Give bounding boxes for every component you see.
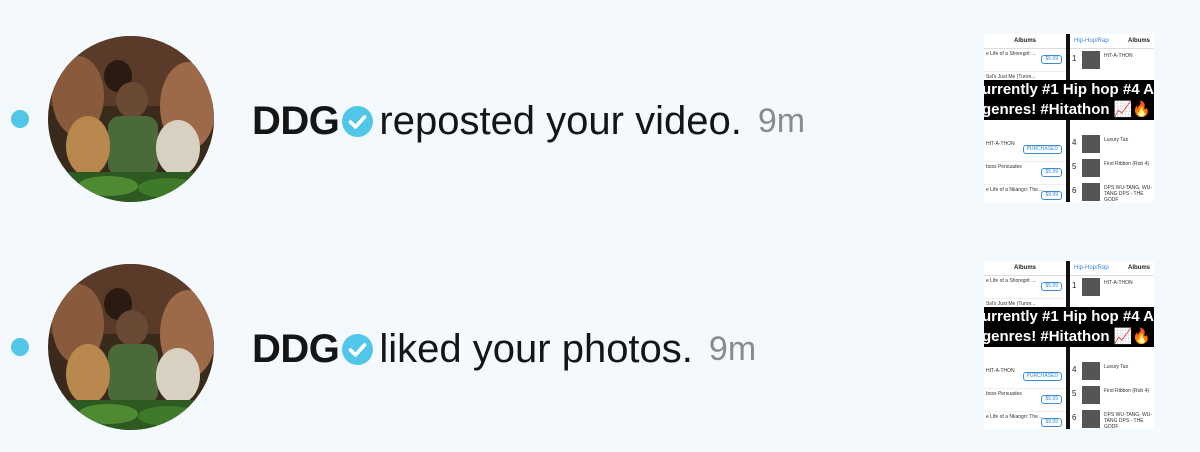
back-link: Hip-Hop/Rap	[1074, 265, 1109, 271]
caption-banner: urrently #1 Hip hop #4 A genres! #Hitath…	[984, 80, 1154, 120]
list-item: 6 DPS WU-TANG, WU-TANG DPS - THE GODF	[1070, 181, 1154, 202]
price-badge: $5.99	[1041, 168, 1062, 177]
post-thumbnail[interactable]: Albums e Life of a Shoregirl: ... $5.99 S…	[984, 261, 1154, 429]
album-art	[1082, 362, 1100, 380]
notification-text: DDG liked your photos. 9m	[252, 319, 756, 379]
unread-dot-icon	[11, 110, 29, 128]
list-item-title: HIT-A-THON	[1104, 53, 1133, 59]
list-item-title: First Ribbon (Rob 4)	[1104, 161, 1150, 167]
album-art	[1082, 51, 1100, 69]
timestamp: 9m	[757, 101, 806, 140]
list-item: 1 HIT-A-THON	[1070, 276, 1154, 300]
album-art	[1082, 278, 1100, 296]
username[interactable]: DDG	[252, 99, 340, 144]
price-badge: $5.99	[1041, 55, 1062, 64]
list-item: 4 Luxury Tax	[1070, 133, 1154, 157]
rank-number: 4	[1072, 138, 1077, 147]
list-item: boss Persuades $5.99	[984, 389, 1066, 412]
verified-check-icon	[342, 333, 374, 365]
back-link: Hip-Hop/Rap	[1074, 38, 1109, 44]
album-art	[1082, 135, 1100, 153]
verified-check-icon	[342, 105, 374, 137]
price-badge: $5.99	[1041, 282, 1062, 291]
list-item: e Life of a Nkangri: The ... $9.99	[984, 185, 1066, 202]
thumbnail-left-header: Albums	[984, 261, 1066, 276]
notification-text: DDG reposted your video. 9m	[252, 91, 805, 151]
list-item-title: Luxury Tax	[1104, 364, 1129, 370]
list-item: e Life of a Shoregirl: ... $5.99	[984, 276, 1066, 299]
price-badge: PURCHASED	[1022, 372, 1062, 381]
list-item: HIT-A-THON PURCHASED	[984, 366, 1066, 389]
price-badge: $9.99	[1041, 191, 1062, 200]
caption-banner: urrently #1 Hip hop #4 A genres! #Hitath…	[984, 307, 1154, 347]
list-item-title: boss Persuades	[986, 391, 1022, 397]
thumbnail-right-header: Hip-Hop/Rap Albums	[1070, 34, 1154, 49]
unread-dot-icon	[11, 338, 29, 356]
rank-number: 1	[1072, 54, 1077, 63]
list-item-title: HIT-A-THON	[986, 141, 1015, 147]
album-art	[1082, 386, 1100, 404]
list-item: 5 First Ribbon (Rob 4)	[1070, 384, 1154, 408]
list-item-title: First Ribbon (Rob 4)	[1104, 388, 1150, 394]
list-item: 5 First Ribbon (Rob 4)	[1070, 157, 1154, 181]
list-item-title: e Life of a Shoregirl: ...	[986, 278, 1037, 284]
list-item-title: e Life of a Nkangri: The ...	[986, 414, 1044, 420]
list-item-title: HIT-A-THON	[1104, 280, 1133, 286]
list-item: e Life of a Nkangri: The ... $9.99	[984, 412, 1066, 429]
timestamp: 9m	[708, 329, 757, 368]
list-item-title: Luxury Tax	[1104, 137, 1129, 143]
list-item-title: boss Persuades	[986, 164, 1022, 170]
price-badge: $5.99	[1041, 395, 1062, 404]
thumbnail-right-title: Albums	[1127, 38, 1150, 44]
rank-number: 1	[1072, 281, 1077, 290]
list-item-title: DPS WU-TANG, WU-TANG DPS - THE GODF	[1104, 185, 1152, 202]
list-item-title: DPS WU-TANG, WU-TANG DPS - THE GODF	[1104, 412, 1152, 429]
caption-line-2: genres! #Hitathon 📈🔥	[984, 101, 1152, 118]
list-item-title: e Life of a Shoregirl: ...	[986, 51, 1037, 57]
notification-row[interactable]: DDG liked your photos. 9m Albums e Life …	[0, 226, 1200, 452]
list-item: e Life of a Shoregirl: ... $5.99	[984, 49, 1066, 72]
list-item: HIT-A-THON PURCHASED	[984, 139, 1066, 162]
album-art	[1082, 159, 1100, 177]
caption-line-1: urrently #1 Hip hop #4 A	[984, 308, 1154, 325]
post-thumbnail[interactable]: Albums e Life of a Shoregirl: ... $5.99 S…	[984, 34, 1154, 202]
action-text: liked your photos.	[379, 326, 693, 371]
thumbnail-right-title: Albums	[1127, 265, 1150, 271]
list-item: 1 HIT-A-THON	[1070, 49, 1154, 73]
thumbnail-right-header: Hip-Hop/Rap Albums	[1070, 261, 1154, 276]
list-item-title: HIT-A-THON	[986, 368, 1015, 374]
price-badge: $9.99	[1041, 418, 1062, 427]
rank-number: 6	[1072, 186, 1077, 195]
rank-number: 5	[1072, 389, 1077, 398]
caption-line-1: urrently #1 Hip hop #4 A	[984, 81, 1154, 98]
caption-line-2: genres! #Hitathon 📈🔥	[984, 328, 1152, 345]
rank-number: 4	[1072, 365, 1077, 374]
album-art	[1082, 410, 1100, 428]
rank-number: 5	[1072, 162, 1077, 171]
avatar[interactable]	[48, 36, 214, 202]
action-text: reposted your video.	[379, 98, 742, 143]
list-item: 6 DPS WU-TANG, WU-TANG DPS - THE GODF	[1070, 408, 1154, 429]
rank-number: 6	[1072, 413, 1077, 422]
list-item-title: e Life of a Nkangri: The ...	[986, 187, 1044, 193]
username[interactable]: DDG	[252, 327, 340, 372]
thumbnail-left-header: Albums	[984, 34, 1066, 49]
album-art	[1082, 183, 1100, 201]
list-item: boss Persuades $5.99	[984, 162, 1066, 185]
avatar[interactable]	[48, 264, 214, 430]
notification-row[interactable]: DDG reposted your video. 9m Albums e Lif…	[0, 0, 1200, 226]
price-badge: PURCHASED	[1022, 145, 1062, 154]
list-item: 4 Luxury Tax	[1070, 360, 1154, 384]
